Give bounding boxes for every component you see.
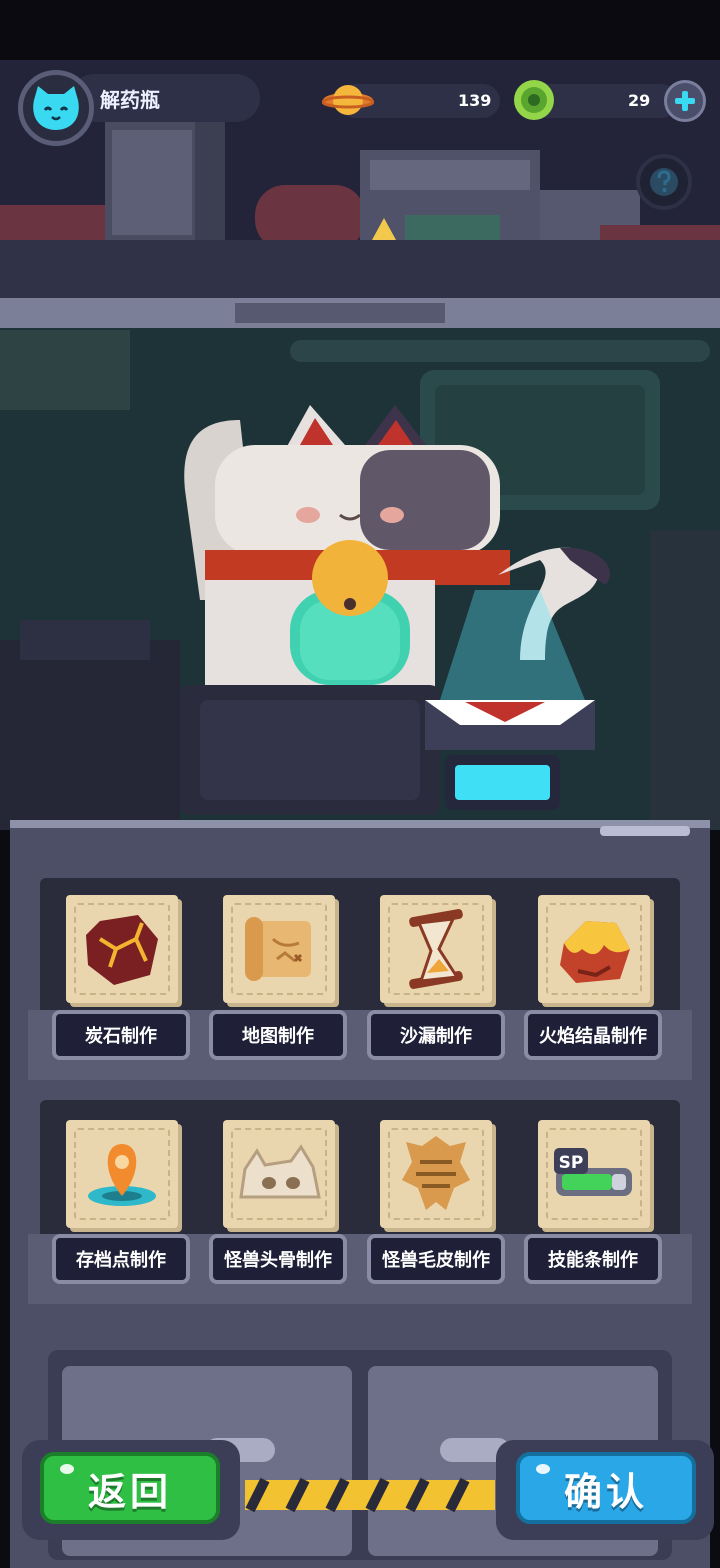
recipe-label-hourglass[interactable]: 沙漏制作 — [367, 1010, 505, 1060]
flame-crystal-icon — [560, 921, 630, 983]
confirm-button[interactable]: 确认 — [516, 1452, 696, 1524]
green-gem-icon — [514, 80, 554, 120]
recipe-label-charcoal[interactable]: 炭石制作 — [52, 1010, 190, 1060]
recipe-card-charcoal[interactable] — [66, 895, 178, 1003]
planet-coin-count: 139 — [458, 91, 492, 110]
recipe-card-save-point[interactable] — [66, 1120, 178, 1228]
player-name-bar — [70, 74, 260, 122]
add-currency-button[interactable] — [664, 80, 706, 122]
monster-fur-icon — [402, 1136, 470, 1210]
recipe-card-flame-crystal[interactable] — [538, 895, 650, 1003]
recipe-label-map[interactable]: 地图制作 — [209, 1010, 347, 1060]
charcoal-stone-icon — [86, 915, 158, 985]
monster-skull-icon — [239, 1144, 321, 1199]
recipe-label-skill-bar[interactable]: 技能条制作 — [524, 1234, 662, 1284]
button-shine — [60, 1464, 74, 1474]
green-gem-count: 29 — [628, 91, 651, 110]
recipe-card-skill-bar[interactable]: SP — [538, 1120, 650, 1228]
question-mark-icon — [650, 168, 678, 196]
save-point-icon — [88, 1144, 156, 1206]
skill-bar-sp-text: SP — [559, 1153, 584, 1173]
recipe-card-map[interactable] — [223, 895, 335, 1003]
recipe-card-monster-fur[interactable] — [380, 1120, 492, 1228]
planet-coin-icon — [322, 85, 374, 115]
game-scene: 解药瓶 139 29 炭石制作 地图制作 沙漏制作 火焰结晶制作 存档点制作 怪… — [0, 0, 720, 1568]
recipe-card-monster-skull[interactable] — [223, 1120, 335, 1228]
cabinet-indicator — [600, 826, 690, 836]
cat-avatar-icon — [33, 86, 79, 130]
recipe-label-flame-crystal[interactable]: 火焰结晶制作 — [524, 1010, 662, 1060]
recipe-label-save-point[interactable]: 存档点制作 — [52, 1234, 190, 1284]
hourglass-icon — [409, 909, 463, 989]
back-button[interactable]: 返回 — [40, 1452, 220, 1524]
player-name: 解药瓶 — [100, 88, 160, 112]
confirm-button-label: 确认 — [563, 1469, 648, 1514]
back-button-label: 返回 — [87, 1469, 172, 1514]
help-button[interactable] — [636, 154, 692, 210]
recipe-label-monster-fur[interactable]: 怪兽毛皮制作 — [367, 1234, 505, 1284]
skill-bar-icon: SP — [554, 1148, 632, 1196]
factory-background — [0, 0, 720, 830]
player-avatar[interactable] — [18, 70, 94, 146]
map-scroll-icon — [245, 917, 311, 981]
recipe-label-monster-skull[interactable]: 怪兽头骨制作 — [209, 1234, 347, 1284]
plus-icon — [675, 91, 695, 111]
recipe-card-hourglass[interactable] — [380, 895, 492, 1003]
button-shine — [536, 1464, 550, 1474]
